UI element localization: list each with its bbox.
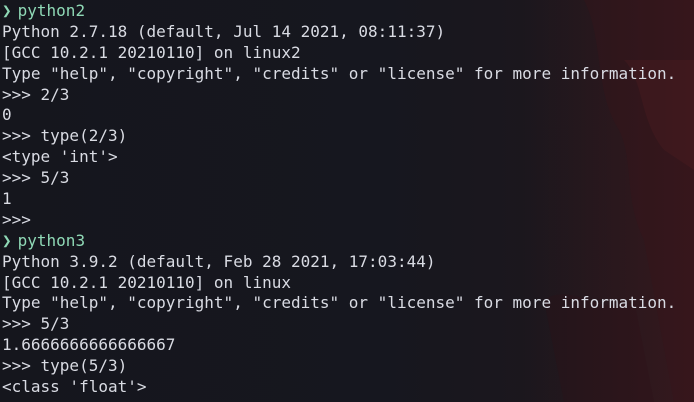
shell-command: python2 xyxy=(17,1,86,20)
terminal-line: 1.6666666666666667 xyxy=(2,335,176,355)
terminal-line: [GCC 10.2.1 20210110] on linux xyxy=(2,272,291,292)
terminal-line: Python 2.7.18 (default, Jul 14 2021, 08:… xyxy=(2,21,446,41)
terminal-line: <class 'float'> xyxy=(2,377,147,397)
shell-prompt-line: ❯ python3 xyxy=(2,231,694,252)
terminal-output: ❯ python2 Python 2.7.18 (default, Jul 14 2… xyxy=(0,0,694,398)
terminal-line: >>> type(2/3) xyxy=(2,126,128,146)
terminal-line: >>> xyxy=(2,209,31,229)
shell-prompt-line: ❯ python2 xyxy=(2,1,694,22)
terminal-line: >>> 2/3 xyxy=(2,84,70,104)
prompt-chevron-icon: ❯ xyxy=(2,230,12,250)
terminal-line: >>> type(5/3) xyxy=(2,356,128,376)
prompt-chevron-icon: ❯ xyxy=(2,1,12,20)
terminal-line: Python 3.9.2 (default, Feb 28 2021, 17:0… xyxy=(2,251,436,271)
terminal-line: <type 'int'> xyxy=(2,147,118,167)
terminal-window[interactable]: ❯ python2 Python 2.7.18 (default, Jul 14 2… xyxy=(0,0,694,402)
terminal-line: >>> 5/3 xyxy=(2,314,70,334)
shell-command: python3 xyxy=(17,230,86,250)
terminal-line: Type "help", "copyright", "credits" or "… xyxy=(2,293,677,313)
terminal-line: >>> 5/3 xyxy=(2,168,70,188)
terminal-line: 0 xyxy=(2,105,12,125)
terminal-line: 1 xyxy=(2,189,12,209)
terminal-line: Type "help", "copyright", "credits" or "… xyxy=(2,63,677,83)
terminal-line: [GCC 10.2.1 20210110] on linux2 xyxy=(2,42,301,62)
